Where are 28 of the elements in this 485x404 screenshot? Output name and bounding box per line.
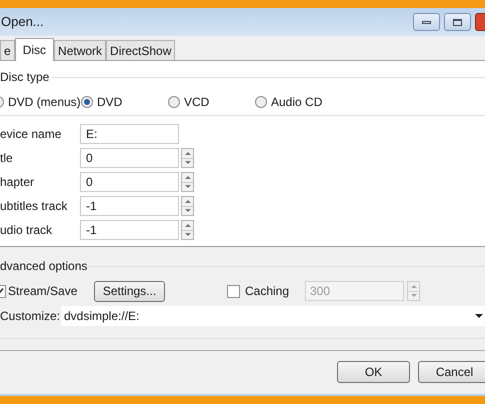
tab[interactable]: Disc — [14, 38, 54, 61]
input-field[interactable]: -1 — [80, 196, 179, 216]
checkbox-label: Stream/Save — [8, 283, 78, 300]
dialog-button[interactable]: Cancel — [418, 361, 485, 383]
input-field[interactable]: 0 — [80, 172, 179, 192]
tab[interactable]: DirectShow — [106, 40, 176, 60]
radio-option[interactable]: VCD — [168, 92, 255, 110]
group-label: dvanced options — [0, 258, 88, 275]
input-field[interactable]: E: — [80, 124, 179, 144]
radio-option[interactable]: DVD (menus) — [0, 92, 81, 110]
settings-button[interactable]: Settings... — [94, 280, 165, 302]
tab[interactable]: Network — [54, 40, 106, 60]
field-label: tle — [0, 150, 14, 167]
input-field[interactable]: -1 — [80, 220, 179, 240]
field-label: evice name — [0, 126, 62, 143]
window-title: Open... — [1, 13, 44, 32]
field-label: hapter — [0, 174, 36, 191]
field-label: ubtitles track — [0, 198, 68, 215]
checkbox-label: Caching — [245, 283, 290, 300]
radio-option[interactable]: DVD — [81, 92, 168, 110]
radio-option[interactable]: Audio CD — [255, 92, 345, 110]
tab[interactable]: e — [0, 40, 15, 60]
field-label: udio track — [0, 222, 54, 239]
dropdown-field[interactable]: dvdsimple://E: — [61, 306, 485, 326]
group-label: Disc type — [0, 69, 50, 86]
field-label: Customize: — [0, 308, 61, 325]
input-field[interactable]: 0 — [80, 148, 179, 168]
dialog-button[interactable]: OK — [337, 361, 410, 383]
